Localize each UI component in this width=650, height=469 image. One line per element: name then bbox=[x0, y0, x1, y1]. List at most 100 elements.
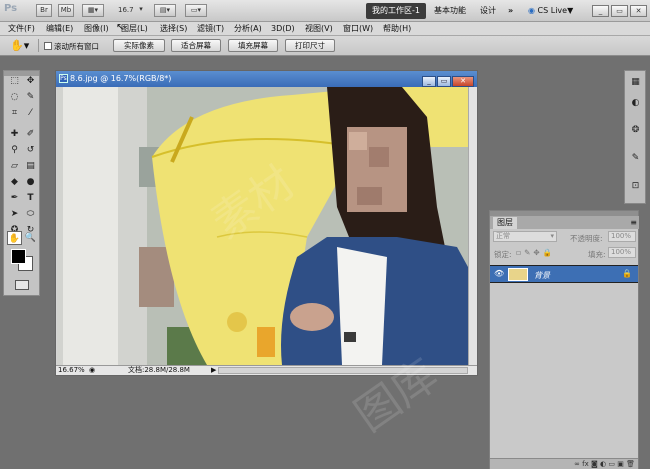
chevron-down-icon: ▾ bbox=[550, 232, 554, 240]
lock-options-icons[interactable]: ▫✎✥🔒 bbox=[516, 248, 555, 257]
histogram-panel-icon[interactable]: ▦ bbox=[628, 75, 643, 89]
opacity-input[interactable]: 100% bbox=[608, 231, 636, 242]
document-title-bar[interactable]: Ps 8.6.jpg @ 16.7%(RGB/8*) _ ▭ ✕ bbox=[56, 71, 477, 87]
zoom-status[interactable]: 16.67% bbox=[58, 366, 85, 375]
menu-file[interactable]: 文件(F) bbox=[8, 23, 35, 35]
foreground-color-swatch[interactable] bbox=[11, 249, 26, 264]
image-canvas[interactable]: 素材 bbox=[57, 87, 468, 365]
status-info-icon[interactable]: ◉ bbox=[89, 366, 95, 375]
quick-select-tool-icon[interactable]: ✎ bbox=[23, 90, 38, 104]
new-layer-icon[interactable]: ▣ bbox=[617, 460, 624, 468]
menu-window[interactable]: 窗口(W) bbox=[343, 23, 373, 35]
zoom-tool-icon[interactable]: 🔍 bbox=[23, 231, 38, 245]
mini-bridge-button[interactable]: Mb bbox=[58, 4, 74, 17]
adjustments-panel-icon[interactable]: ◐ bbox=[628, 96, 643, 110]
crop-tool-icon[interactable]: ⌗ bbox=[7, 106, 22, 120]
quick-mask-button[interactable] bbox=[15, 280, 29, 290]
menu-analysis[interactable]: 分析(A) bbox=[234, 23, 262, 35]
view-extras-button[interactable]: ▦▾ bbox=[82, 4, 104, 17]
type-tool-icon[interactable]: T bbox=[23, 191, 38, 205]
menu-select[interactable]: 选择(S) bbox=[160, 23, 187, 35]
document-horizontal-scrollbar[interactable] bbox=[218, 367, 468, 374]
shape-tool-icon[interactable]: ⬭ bbox=[23, 207, 38, 221]
eraser-tool-icon[interactable]: ▱ bbox=[7, 159, 22, 173]
panel-menu-icon[interactable]: ≡ bbox=[630, 217, 637, 229]
hand-tool-preset-icon[interactable]: ✋▾ bbox=[10, 39, 29, 52]
blur-tool-icon[interactable]: ◆ bbox=[7, 175, 22, 189]
screen-mode-button[interactable]: ▭▾ bbox=[185, 4, 207, 17]
status-menu-arrow-icon[interactable]: ▶ bbox=[211, 366, 216, 375]
layers-tab-bar: 图层 ≡ bbox=[490, 216, 639, 229]
scroll-all-windows-checkbox[interactable] bbox=[44, 42, 52, 50]
menu-edit[interactable]: 编辑(E) bbox=[46, 23, 73, 35]
document-status-bar: 16.67% ◉ 文档:28.8M/28.8M ▶ bbox=[56, 365, 477, 375]
dodge-tool-icon[interactable]: ● bbox=[23, 175, 38, 189]
delete-layer-icon[interactable]: 🗑 bbox=[626, 460, 635, 468]
adjustment-layer-icon[interactable]: ◐ bbox=[600, 460, 606, 468]
restore-icon[interactable]: ▭ bbox=[611, 5, 628, 17]
gradient-tool-icon[interactable]: ▤ bbox=[23, 159, 38, 173]
fill-screen-button[interactable]: 填充屏幕 bbox=[228, 39, 278, 52]
collapsed-panels-dock: ▦ ◐ ❂ ✎ ⊡ bbox=[624, 70, 646, 204]
marquee-tool-icon[interactable]: ⬚ bbox=[7, 74, 22, 88]
fill-input[interactable]: 100% bbox=[608, 247, 636, 258]
layer-row[interactable]: 👁 背景 🔒 bbox=[490, 265, 638, 283]
history-brush-tool-icon[interactable]: ↺ bbox=[23, 143, 38, 157]
more-workspaces-button[interactable]: » bbox=[502, 3, 519, 19]
doc-minimize-icon[interactable]: _ bbox=[422, 76, 436, 87]
path-selection-tool-icon[interactable]: ➤ bbox=[7, 207, 22, 221]
zoom-level[interactable]: 16.7 bbox=[118, 6, 134, 14]
fit-screen-button[interactable]: 适合屏幕 bbox=[171, 39, 221, 52]
document-title: 8.6.jpg @ 16.7%(RGB/8*) bbox=[70, 74, 172, 83]
lasso-tool-icon[interactable]: ◌ bbox=[7, 90, 22, 104]
doc-maximize-icon[interactable]: ▭ bbox=[437, 76, 451, 87]
options-bar: ✋▾ 滚动所有窗口 实际像素 适合屏幕 填充屏幕 打印尺寸 bbox=[0, 36, 650, 56]
document-window: Ps 8.6.jpg @ 16.7%(RGB/8*) _ ▭ ✕ 16.67% … bbox=[55, 70, 478, 376]
photo-woman-umbrella bbox=[57, 87, 468, 365]
add-mask-icon[interactable]: ◙ bbox=[591, 460, 598, 468]
actual-pixels-button[interactable]: 实际像素 bbox=[113, 39, 165, 52]
pen-tool-icon[interactable]: ✒ bbox=[7, 191, 22, 205]
menu-layer[interactable]: 图层(L) bbox=[121, 23, 148, 35]
blend-mode-value: 正常 bbox=[496, 232, 510, 240]
close-icon[interactable]: ✕ bbox=[630, 5, 647, 17]
masks-panel-icon[interactable]: ❂ bbox=[628, 123, 643, 137]
zoom-dropdown-icon[interactable]: ▾ bbox=[137, 4, 145, 17]
blend-mode-select[interactable]: 正常 ▾ bbox=[493, 231, 557, 242]
minimize-icon[interactable]: _ bbox=[592, 5, 609, 17]
arrange-documents-button[interactable]: ▤▾ bbox=[154, 4, 176, 17]
healing-brush-tool-icon[interactable]: ✚ bbox=[7, 127, 22, 141]
print-size-button[interactable]: 打印尺寸 bbox=[285, 39, 335, 52]
eye-icon[interactable]: 👁 bbox=[494, 269, 504, 278]
clone-stamp-tool-icon[interactable]: ⚲ bbox=[7, 143, 22, 157]
navigator-panel-icon[interactable]: ⊡ bbox=[628, 179, 643, 193]
menu-filter[interactable]: 滤镜(T) bbox=[197, 23, 224, 35]
group-icon[interactable]: ▭ bbox=[608, 460, 615, 468]
move-tool-icon[interactable]: ✥ bbox=[23, 74, 38, 88]
workspace-design[interactable]: 设计 bbox=[474, 3, 502, 19]
photoshop-logo: Ps bbox=[4, 3, 18, 14]
tools-panel: ⬚ ✥ ◌ ✎ ⌗ ⁄ ✚ ✐ ⚲ ↺ ▱ ▤ ◆ ● ✒ T ➤ ⬭ ✪ ↻ … bbox=[3, 70, 40, 296]
workspace-essentials[interactable]: 基本功能 bbox=[428, 3, 472, 19]
scroll-all-windows-label: 滚动所有窗口 bbox=[54, 42, 99, 51]
link-layers-icon[interactable]: ∞ bbox=[574, 460, 580, 468]
blend-row: 正常 ▾ 不透明度: 100% bbox=[490, 231, 638, 244]
brush-panel-icon[interactable]: ✎ bbox=[628, 151, 643, 165]
eyedropper-tool-icon[interactable]: ⁄ bbox=[23, 106, 38, 120]
layer-name[interactable]: 背景 bbox=[534, 270, 550, 281]
layer-style-icon[interactable]: fx bbox=[582, 460, 589, 468]
cs-live-button[interactable]: ◉ CS Live▼ bbox=[528, 3, 573, 19]
menu-3d[interactable]: 3D(D) bbox=[271, 23, 295, 35]
cs-live-icon: ◉ bbox=[528, 6, 535, 15]
cs-live-label: CS Live▼ bbox=[537, 6, 574, 15]
menu-help[interactable]: 帮助(H) bbox=[383, 23, 411, 35]
brush-tool-icon[interactable]: ✐ bbox=[23, 127, 38, 141]
doc-close-icon[interactable]: ✕ bbox=[452, 76, 474, 87]
document-vertical-scrollbar[interactable] bbox=[468, 87, 477, 365]
bridge-button[interactable]: Br bbox=[36, 4, 52, 17]
menu-image[interactable]: 图像(I) bbox=[84, 23, 109, 35]
menu-view[interactable]: 视图(V) bbox=[305, 23, 333, 35]
layers-tab[interactable]: 图层 bbox=[493, 217, 517, 229]
workspace-active[interactable]: 我的工作区-1 bbox=[366, 3, 426, 19]
hand-tool-icon[interactable]: ✋ bbox=[7, 231, 22, 245]
